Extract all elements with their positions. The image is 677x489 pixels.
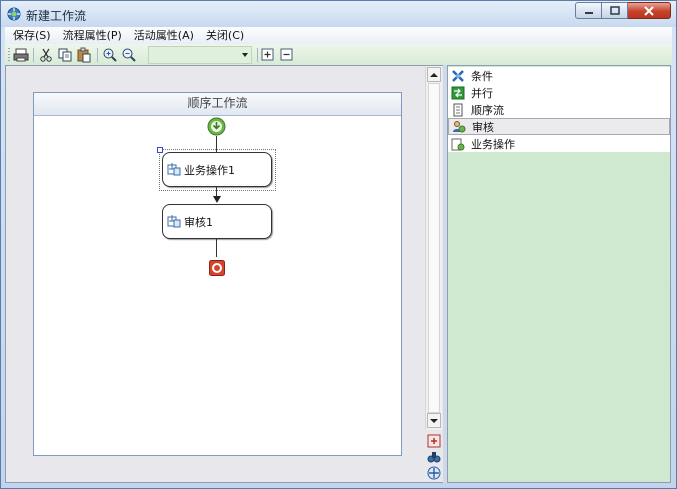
zoom-out-icon <box>122 48 136 62</box>
paste-icon <box>77 47 91 63</box>
zoom-icon <box>427 434 441 448</box>
connector-line <box>216 239 217 257</box>
review-icon <box>452 120 466 134</box>
window-title: 新建工作流 <box>26 9 87 23</box>
maximize-button[interactable] <box>602 2 628 19</box>
minimize-button[interactable] <box>575 2 602 19</box>
menu-bar: 保存(S) 流程属性(P) 活动属性(A) 关闭(C) <box>5 27 672 45</box>
maximize-icon <box>609 5 620 15</box>
scroll-track[interactable] <box>428 83 440 413</box>
menu-process-properties[interactable]: 流程属性(P) <box>57 27 128 44</box>
toolbox-item-business-operation[interactable]: 业务操作 <box>448 135 670 152</box>
activity-label: 业务操作1 <box>184 164 235 177</box>
zoom-in-button[interactable] <box>102 47 118 63</box>
sequential-workflow[interactable]: 顺序工作流 业务操作1 审核1 <box>33 92 402 456</box>
workflow-title: 顺序工作流 <box>34 93 401 116</box>
canvas-navigation-tools <box>425 432 442 482</box>
chevron-down-icon <box>430 418 438 423</box>
zoom-combo[interactable] <box>148 46 252 64</box>
end-node-icon[interactable] <box>209 260 225 276</box>
toolbox-item-label: 顺序流 <box>471 103 504 117</box>
toolbox-item-condition[interactable]: 条件 <box>448 67 670 84</box>
condition-icon <box>451 69 465 83</box>
menu-save[interactable]: 保存(S) <box>5 27 57 44</box>
toolbar-separator <box>33 48 34 62</box>
parallel-icon <box>451 86 465 100</box>
menu-close[interactable]: 关闭(C) <box>200 27 250 44</box>
toolbox-item-sequence[interactable]: 顺序流 <box>448 101 670 118</box>
sequence-icon <box>451 103 465 117</box>
toolbar-separator <box>257 48 258 62</box>
paste-button[interactable] <box>76 47 92 63</box>
start-node-icon[interactable] <box>207 117 226 136</box>
expand-icon <box>261 48 274 61</box>
minimize-icon <box>584 11 593 14</box>
activity-toolbox: 条件 并行 顺序流 审核 业务操作 <box>447 65 671 483</box>
scroll-up-button[interactable] <box>427 67 441 82</box>
activity-business-operation[interactable]: 业务操作1 <box>162 152 272 187</box>
window-controls <box>575 2 671 20</box>
zoom-navigation-button[interactable] <box>427 434 441 448</box>
toolbox-item-label: 业务操作 <box>471 137 515 151</box>
workflow-app-icon <box>7 7 21 21</box>
toolbar <box>5 44 672 67</box>
activity-review[interactable]: 审核1 <box>162 204 272 239</box>
connector-arrow-icon <box>213 196 221 203</box>
toolbar-separator <box>97 48 98 62</box>
close-icon <box>644 5 654 16</box>
zoom-in-icon <box>103 48 117 62</box>
activity-label: 审核1 <box>184 216 213 229</box>
chevron-down-icon <box>242 53 248 57</box>
chevron-up-icon <box>430 72 438 77</box>
toolbox-item-review[interactable]: 审核 <box>448 118 670 135</box>
cut-button[interactable] <box>38 47 54 63</box>
print-icon <box>13 48 29 62</box>
copy-icon <box>58 48 72 62</box>
vertical-scrollbar[interactable] <box>425 66 442 430</box>
print-button[interactable] <box>13 47 29 63</box>
toolbox-item-label: 条件 <box>471 69 493 83</box>
binoculars-icon <box>427 452 441 463</box>
selection-handle[interactable] <box>157 147 163 153</box>
toolbox-item-parallel[interactable]: 并行 <box>448 84 670 101</box>
cut-icon <box>40 48 52 62</box>
menu-activity-properties[interactable]: 活动属性(A) <box>128 27 200 44</box>
toolbox-item-label: 审核 <box>472 120 494 134</box>
pan-button[interactable] <box>427 466 441 480</box>
title-bar[interactable]: 新建工作流 <box>1 1 676 27</box>
collapse-icon <box>280 48 293 61</box>
business-operation-icon <box>451 137 465 151</box>
toolbar-grip[interactable] <box>8 48 10 62</box>
zoom-out-button[interactable] <box>121 47 137 63</box>
toolbox-item-label: 并行 <box>471 86 493 100</box>
collapse-button[interactable] <box>279 47 295 63</box>
expand-button[interactable] <box>260 47 276 63</box>
find-button[interactable] <box>427 450 441 464</box>
close-button[interactable] <box>628 2 671 19</box>
scroll-down-button[interactable] <box>427 413 441 428</box>
copy-button[interactable] <box>57 47 73 63</box>
business-operation-icon <box>167 163 181 176</box>
review-activity-icon <box>167 215 181 228</box>
pan-icon <box>427 466 441 480</box>
